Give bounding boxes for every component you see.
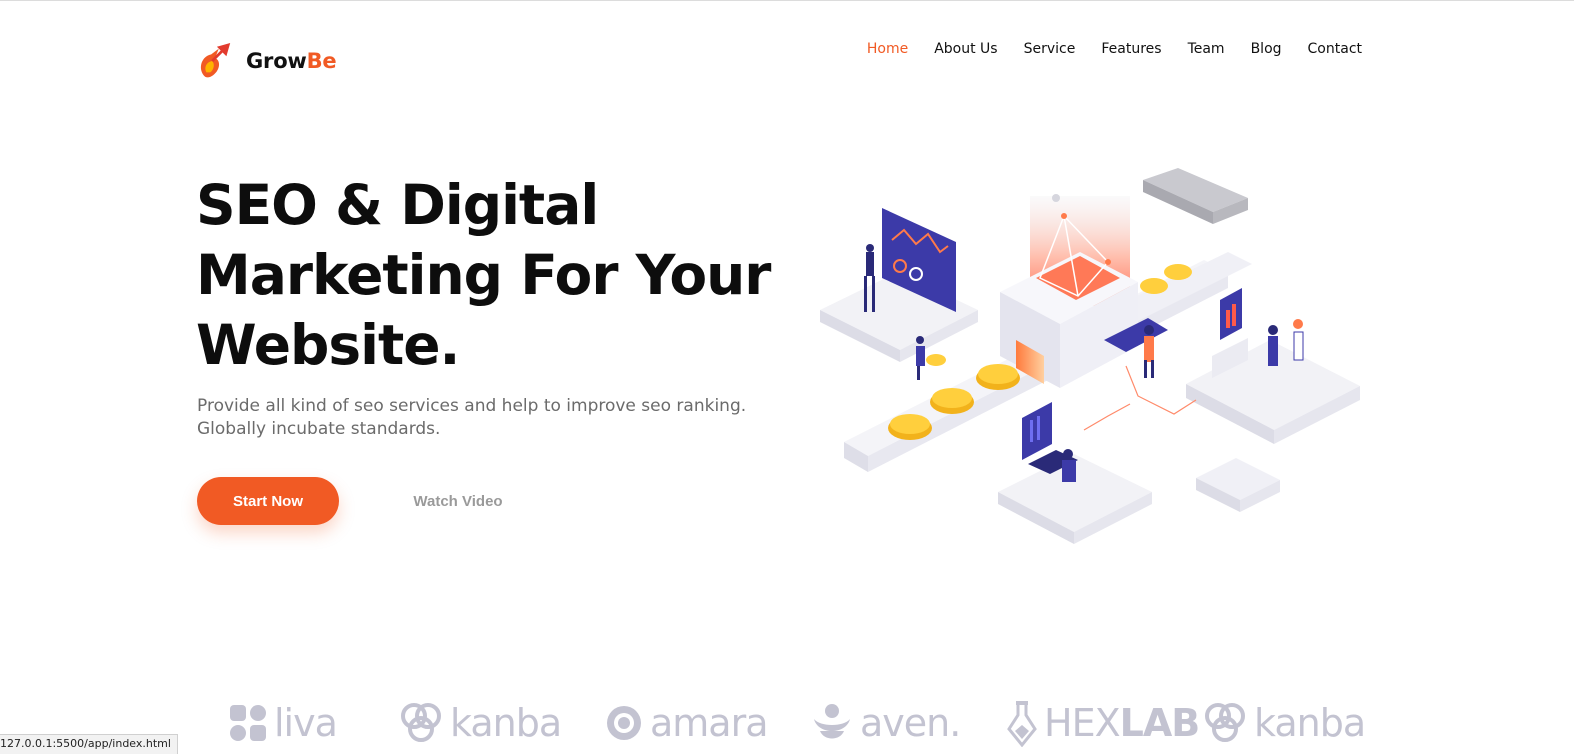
start-now-button[interactable]: Start Now (197, 477, 339, 525)
hexlab-part-lab: LAB (1119, 701, 1201, 745)
hero-title-line: Website. (196, 313, 460, 377)
partner-logos: liva kanba amara aven. HEXLAB kanba (0, 696, 1574, 754)
hero-illustration (820, 168, 1360, 544)
hero-title: SEO & Digital Marketing For Your Website… (196, 170, 796, 380)
floating-block (1143, 168, 1248, 224)
nav-blog[interactable]: Blog (1251, 40, 1282, 58)
partner-logo-liva[interactable]: liva (228, 696, 338, 750)
partner-logo-kanba-2[interactable]: kanba (1202, 696, 1366, 750)
floating-tile (1196, 458, 1280, 512)
hero-subtitle-line: Provide all kind of seo services and hel… (197, 396, 747, 416)
nav-team[interactable]: Team (1188, 40, 1225, 58)
hero-subtitle-line: Globally incubate standards. (197, 419, 441, 439)
partner-name: liva (274, 701, 338, 745)
hexlab-part-hex: HEX (1044, 701, 1121, 745)
liva-logo-icon (230, 705, 266, 741)
partner-logo-hexlab[interactable]: HEXLAB (1006, 696, 1201, 750)
hero-subtitle: Provide all kind of seo services and hel… (197, 395, 817, 441)
nav-contact[interactable]: Contact (1308, 40, 1362, 58)
amara-logo-icon (607, 706, 641, 740)
partner-name: HEXLAB (1044, 701, 1201, 745)
flask-logo-icon (1007, 701, 1037, 747)
partner-name: kanba (1254, 701, 1366, 745)
partner-logo-aven[interactable]: aven. (810, 696, 961, 750)
nav-service[interactable]: Service (1024, 40, 1076, 58)
partner-logo-amara[interactable]: amara (604, 696, 768, 750)
site-logo[interactable]: GrowBe (196, 40, 337, 82)
rocket-logo-icon (200, 42, 231, 78)
central-machine (1000, 194, 1138, 388)
watch-video-button[interactable]: Watch Video (398, 477, 518, 525)
left-platform (820, 208, 978, 362)
nav-home[interactable]: Home (867, 40, 908, 58)
kanba-logo-icon (1205, 703, 1245, 742)
partner-name: kanba (450, 701, 562, 745)
main-nav: Home About Us Service Features Team Blog… (867, 40, 1362, 58)
right-platform (1186, 288, 1360, 444)
kanba-logo-icon (401, 703, 441, 742)
hero-title-line: Marketing For Your (196, 243, 771, 307)
nav-about-us[interactable]: About Us (934, 40, 997, 58)
partner-name: amara (650, 701, 768, 745)
bottom-platform (998, 402, 1152, 544)
logo-wordmark: GrowBe (246, 49, 337, 73)
partner-name: aven. (860, 701, 961, 745)
nav-features[interactable]: Features (1101, 40, 1161, 58)
logo-text-accent: Be (306, 49, 337, 73)
top-divider (0, 0, 1574, 1)
status-bar-url: 127.0.0.1:5500/app/index.html (0, 734, 178, 754)
aven-logo-icon (814, 704, 850, 739)
hero-title-line: SEO & Digital (196, 173, 599, 237)
partner-logo-kanba[interactable]: kanba (398, 696, 562, 750)
logo-text-main: Grow (246, 49, 307, 73)
